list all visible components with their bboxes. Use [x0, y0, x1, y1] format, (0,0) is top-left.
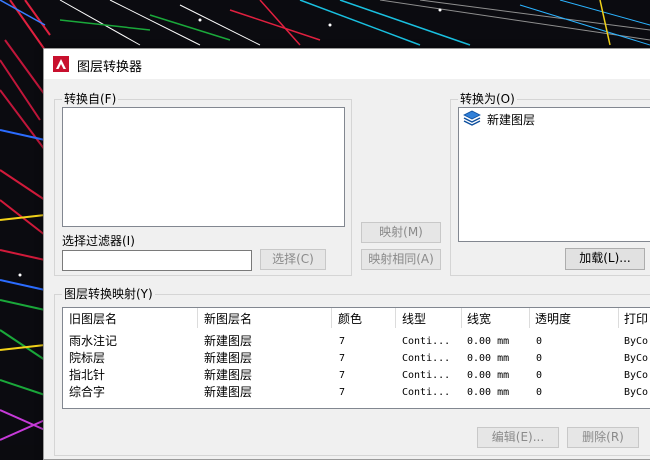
- target-layer-label: 新建图层: [487, 113, 536, 127]
- col-separator[interactable]: [461, 308, 462, 328]
- cell-linetype: Conti...: [402, 387, 451, 398]
- cell-transparency: 0: [536, 387, 543, 398]
- col-separator[interactable]: [197, 308, 198, 328]
- cell-lineweight: 0.00 mm: [467, 336, 510, 347]
- col-header-plot[interactable]: 打印: [624, 308, 648, 330]
- layer-mapping-table[interactable]: 旧图层名 新图层名 颜色 线型 线宽 透明度 打印 雨水注记 新建图层 7 Co…: [62, 307, 650, 409]
- col-separator[interactable]: [618, 308, 619, 328]
- dialog-titlebar: 图层转换器: [44, 49, 650, 79]
- cell-lineweight: 0.00 mm: [467, 353, 510, 364]
- table-row[interactable]: 雨水注记 新建图层 7 Conti... 0.00 mm 0 ByCo: [63, 333, 650, 350]
- filter-label: 选择过滤器(I): [62, 234, 135, 248]
- col-separator[interactable]: [331, 308, 332, 328]
- cell-plot: ByCo: [624, 370, 649, 381]
- cell-transparency: 0: [536, 336, 543, 347]
- table-row[interactable]: 综合字 新建图层 7 Conti... 0.00 mm 0 ByCo: [63, 384, 650, 401]
- col-header-color[interactable]: 颜色: [338, 308, 362, 330]
- cell-color: 7: [339, 387, 346, 398]
- load-button[interactable]: 加载(L)...: [565, 248, 645, 270]
- cell-transparency: 0: [536, 370, 543, 381]
- cell-linetype: Conti...: [402, 336, 451, 347]
- cell-new-name: 新建图层: [204, 385, 253, 399]
- cell-old-name: 雨水注记: [69, 334, 118, 348]
- cell-plot: ByCo: [624, 387, 649, 398]
- col-header-lineweight[interactable]: 线宽: [467, 308, 491, 330]
- dialog-title: 图层转换器: [77, 60, 143, 75]
- col-header-linetype[interactable]: 线型: [402, 308, 426, 330]
- cell-lineweight: 0.00 mm: [467, 387, 510, 398]
- table-row[interactable]: 院标层 新建图层 7 Conti... 0.00 mm 0 ByCo: [63, 350, 650, 367]
- map-button[interactable]: 映射(M): [361, 222, 441, 243]
- cell-new-name: 新建图层: [204, 334, 253, 348]
- cell-old-name: 院标层: [69, 351, 106, 365]
- cell-old-name: 综合字: [69, 385, 106, 399]
- target-layer-list[interactable]: 新建图层: [458, 107, 650, 242]
- cell-color: 7: [339, 336, 346, 347]
- cell-transparency: 0: [536, 353, 543, 364]
- cell-lineweight: 0.00 mm: [467, 370, 510, 381]
- cell-linetype: Conti...: [402, 370, 451, 381]
- table-row[interactable]: 指北针 新建图层 7 Conti... 0.00 mm 0 ByCo: [63, 367, 650, 384]
- map-same-button[interactable]: 映射相同(A): [361, 249, 441, 270]
- col-header-new-name[interactable]: 新图层名: [204, 308, 252, 330]
- source-drawing-list[interactable]: [62, 107, 345, 227]
- autocad-logo-icon: [53, 56, 69, 72]
- source-group-label: 转换自(F): [62, 90, 119, 107]
- layer-translator-dialog: 图层转换器 转换自(F) 选择过滤器(I) 选择(C) 映射(M) 映射相同(A…: [43, 48, 650, 460]
- cell-linetype: Conti...: [402, 353, 451, 364]
- col-separator[interactable]: [395, 308, 396, 328]
- cell-new-name: 新建图层: [204, 351, 253, 365]
- layer-mapping-group-label: 图层转换映射(Y): [62, 285, 155, 302]
- target-group-label: 转换为(O): [458, 90, 517, 107]
- layer-stack-icon: [463, 110, 481, 126]
- cell-old-name: 指北针: [69, 368, 106, 382]
- select-button[interactable]: 选择(C): [260, 249, 326, 270]
- col-header-transparency[interactable]: 透明度: [535, 308, 571, 330]
- cell-color: 7: [339, 370, 346, 381]
- cell-plot: ByCo: [624, 353, 649, 364]
- cell-new-name: 新建图层: [204, 368, 253, 382]
- col-header-old-name[interactable]: 旧图层名: [69, 308, 117, 330]
- filter-input[interactable]: [62, 250, 252, 271]
- col-separator[interactable]: [529, 308, 530, 328]
- cell-plot: ByCo: [624, 336, 649, 347]
- cell-color: 7: [339, 353, 346, 364]
